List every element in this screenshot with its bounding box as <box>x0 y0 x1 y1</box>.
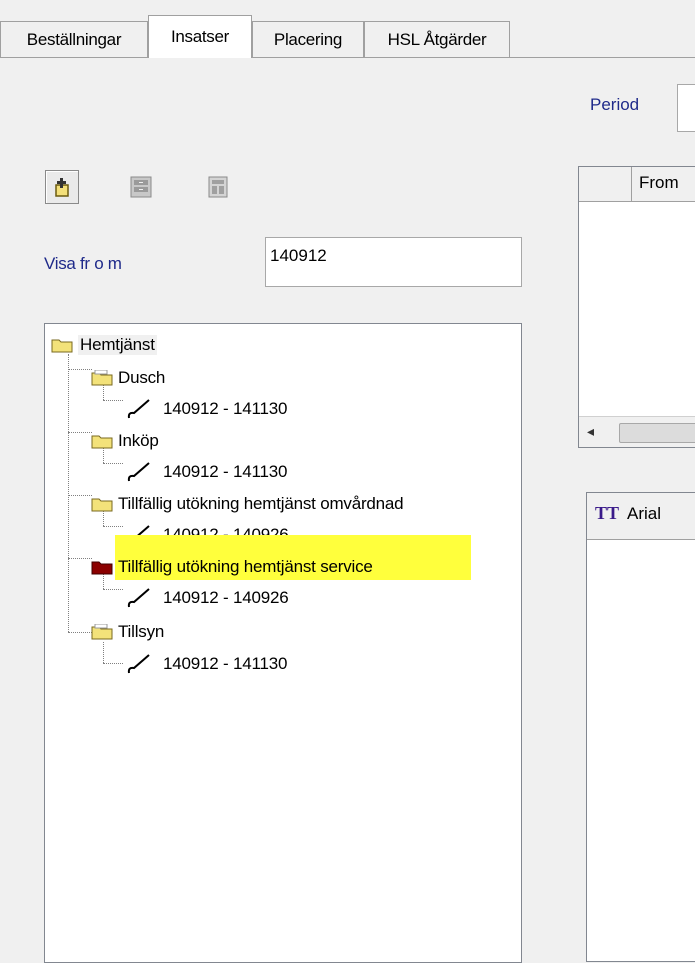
scroll-thumb[interactable] <box>619 423 695 443</box>
tree-line <box>103 642 104 663</box>
folder-icon <box>91 623 113 640</box>
tree-line <box>68 558 92 559</box>
tree-leaf-period[interactable]: 140912 - 140926 <box>127 586 289 610</box>
period-label: 140912 - 140926 <box>163 588 289 607</box>
period-label: Period <box>590 95 640 114</box>
font-icon: TT <box>595 503 620 523</box>
tree-line <box>68 495 92 496</box>
tree-line <box>103 589 123 590</box>
tree-root[interactable]: Hemtjänst <box>51 333 157 357</box>
add-insats-button[interactable] <box>45 170 79 204</box>
period-field[interactable] <box>677 84 695 132</box>
folder-icon <box>91 496 113 512</box>
tree-line <box>68 369 92 370</box>
tree-line <box>103 463 123 464</box>
folder-icon <box>91 369 113 386</box>
pen-icon <box>127 399 150 419</box>
tree-leaf-period[interactable]: 140912 - 141130 <box>127 652 288 676</box>
tree-item-dusch[interactable]: Dusch <box>91 366 165 390</box>
tree-line <box>68 432 92 433</box>
tree-item-utokning-omvardnad[interactable]: Tillfällig utökning hemtjänst omvårdnad <box>91 492 404 516</box>
tree-item-utokning-service[interactable]: Tillfällig utökning hemtjänst service <box>91 555 373 579</box>
grid-column-divider <box>631 167 632 201</box>
tab-label: HSL Åtgärder <box>387 29 487 49</box>
tree-item-label: Tillfällig utökning hemtjänst omvårdnad <box>118 494 404 513</box>
cabinet-icon <box>130 176 152 198</box>
horizontal-scrollbar[interactable]: ◂ <box>579 416 695 447</box>
tab-hsl-atgarder[interactable]: HSL Åtgärder <box>364 21 510 57</box>
tab-bestallningar[interactable]: Beställningar <box>0 21 148 57</box>
tree-item-label: Dusch <box>118 368 166 387</box>
tree-item-tillsyn[interactable]: Tillsyn <box>91 620 164 644</box>
visa-from-label: Visa fr o m <box>44 254 122 273</box>
tree-leaf-period[interactable]: 140912 - 141130 <box>127 460 288 484</box>
tree-line <box>103 400 123 401</box>
tree-line <box>68 354 69 632</box>
tree-line <box>103 663 123 664</box>
document-icon <box>208 176 228 198</box>
tab-bar-baseline <box>0 57 695 58</box>
tab-label: Insatser <box>170 27 230 46</box>
scroll-left-arrow-icon[interactable]: ◂ <box>587 423 594 440</box>
font-selector[interactable]: TT Arial <box>595 503 661 524</box>
period-label: 140912 - 141130 <box>163 399 288 418</box>
folder-selected-icon <box>91 559 113 575</box>
visa-from-input[interactable]: 140912 <box>265 237 522 287</box>
grid-column-from[interactable]: From <box>639 173 679 193</box>
text-editor[interactable]: TT Arial <box>586 492 695 962</box>
tree-line <box>68 632 92 633</box>
tree-item-label: Tillfällig utökning hemtjänst service <box>118 557 373 576</box>
folder-icon <box>91 433 113 449</box>
period-grid[interactable]: From ◂ <box>578 166 695 448</box>
pen-icon <box>127 654 150 674</box>
grid-header: From <box>579 167 695 202</box>
pen-icon <box>127 588 150 608</box>
tree-item-label: Inköp <box>118 431 159 450</box>
tab-placering[interactable]: Placering <box>252 21 364 57</box>
tree-leaf-period[interactable]: 140912 - 141130 <box>127 397 288 421</box>
tree-line <box>103 526 123 527</box>
period-label: 140912 - 141130 <box>163 654 288 673</box>
pen-icon <box>127 462 150 482</box>
cabinet-button[interactable] <box>124 170 158 204</box>
document-button[interactable] <box>201 170 235 204</box>
tab-label: Placering <box>273 29 343 49</box>
editor-body[interactable] <box>587 539 695 961</box>
period-label: 140912 - 141130 <box>163 462 288 481</box>
tab-insatser[interactable]: Insatser <box>148 15 252 58</box>
tree-item-label: Tillsyn <box>118 622 165 641</box>
font-name: Arial <box>627 503 662 523</box>
insats-tree[interactable]: Hemtjänst Dusch 140912 - 141130 Inköp 14… <box>44 323 522 963</box>
tree-root-label: Hemtjänst <box>78 335 157 355</box>
folder-icon <box>51 337 73 353</box>
tab-label: Beställningar <box>26 29 122 49</box>
tree-item-inkop[interactable]: Inköp <box>91 429 159 453</box>
add-insats-icon <box>55 178 69 197</box>
